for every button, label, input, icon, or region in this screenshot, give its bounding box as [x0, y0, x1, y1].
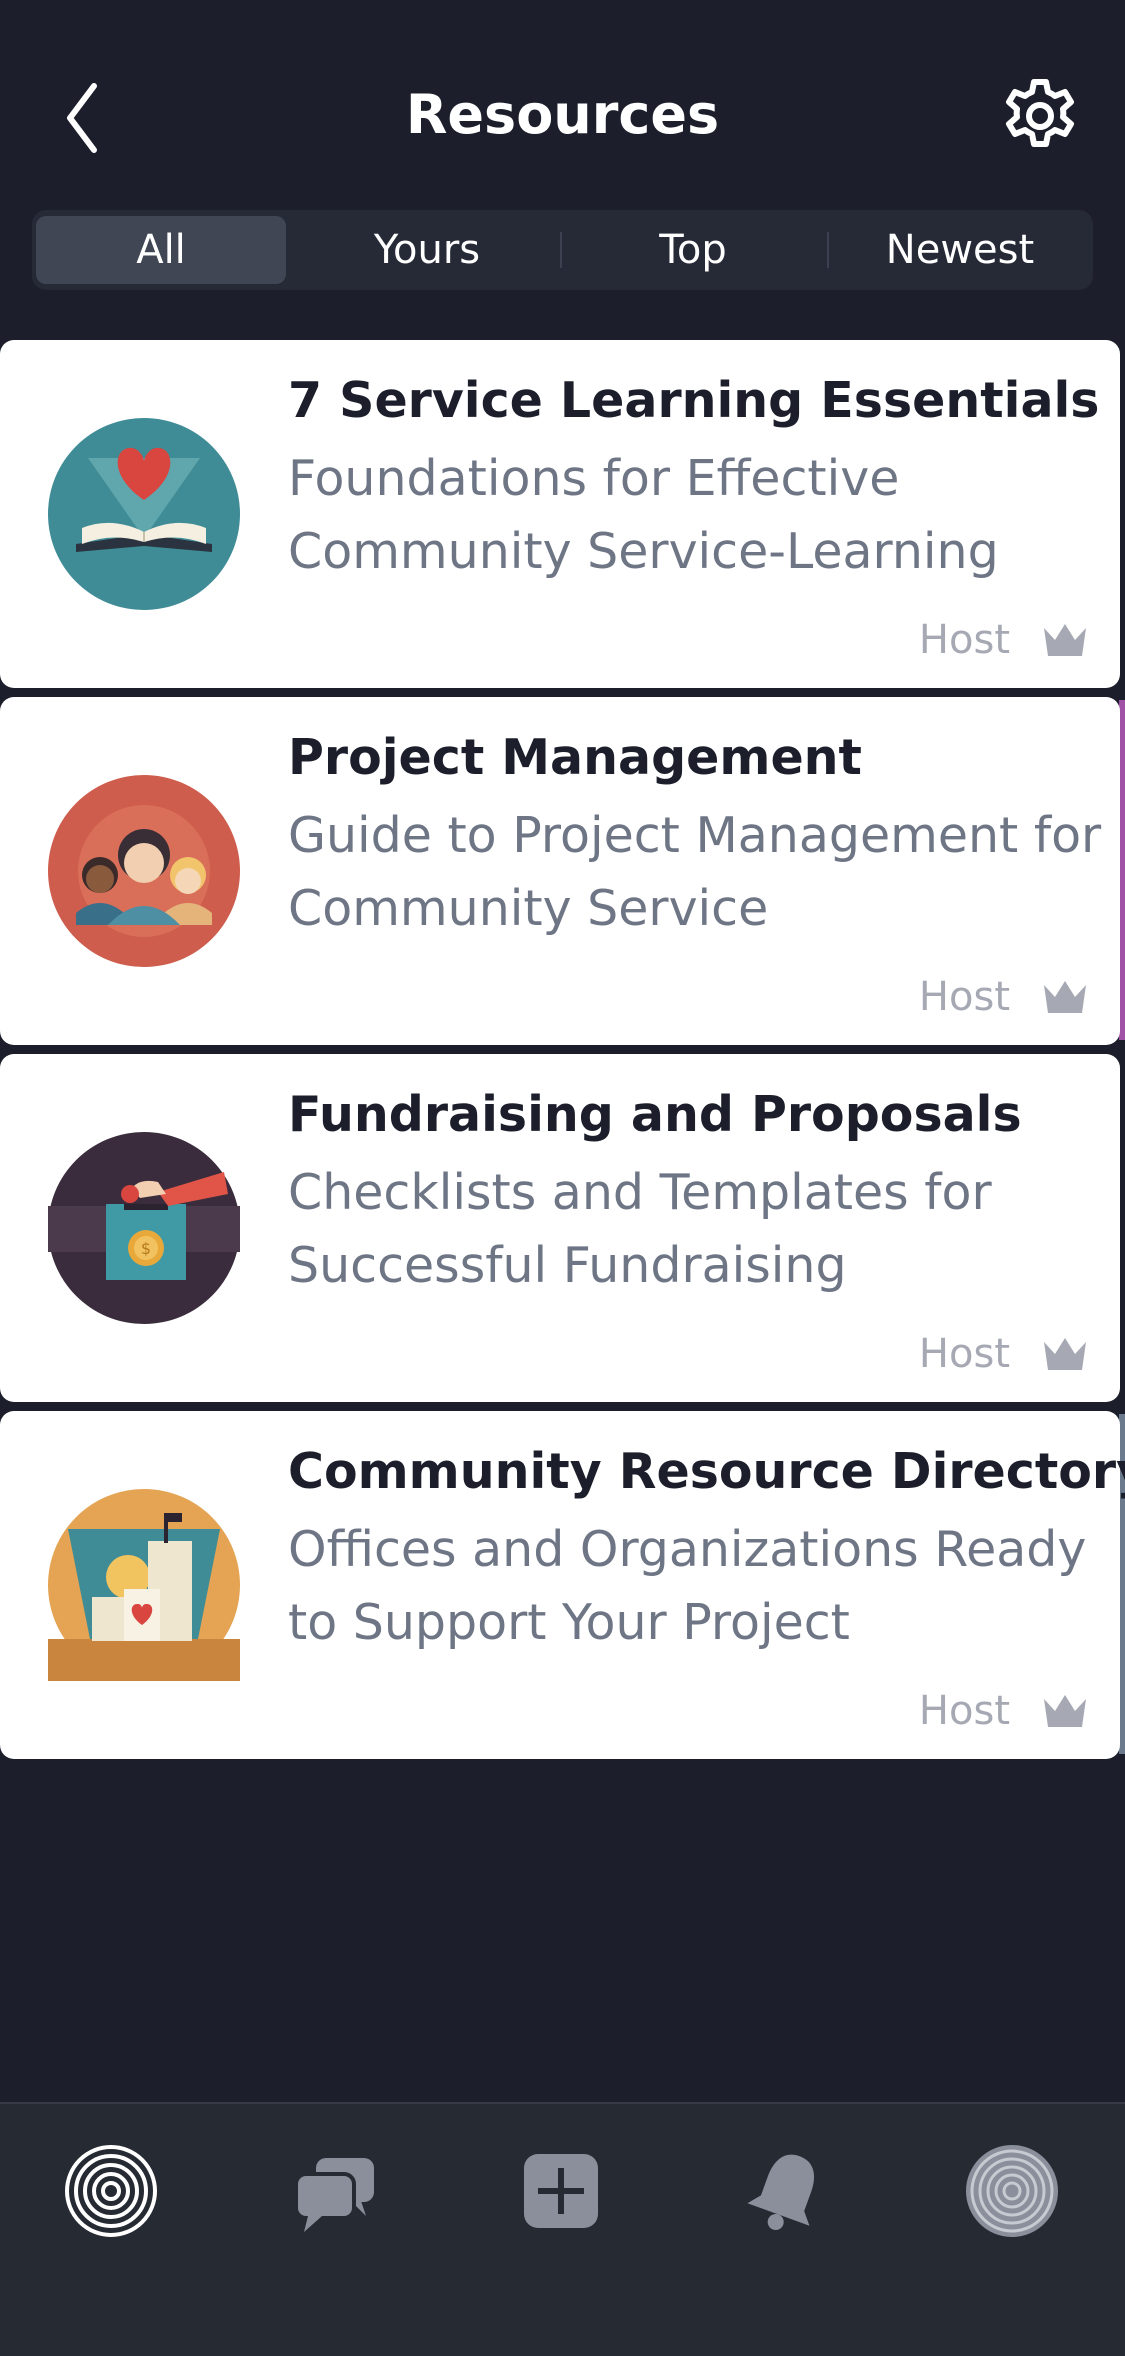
crown-icon	[1044, 1338, 1086, 1370]
filter-divider	[560, 232, 562, 268]
city-heart-icon	[48, 1489, 240, 1681]
tab-add[interactable]	[506, 2136, 616, 2246]
resource-title: Fundraising and Proposals	[288, 1086, 1022, 1143]
resource-title: Community Resource Directory	[288, 1443, 1125, 1500]
page-title: Resources	[405, 83, 720, 146]
filter-newest[interactable]: Newest	[835, 216, 1085, 284]
book-heart-icon	[48, 418, 240, 610]
add-plus-icon	[524, 2154, 598, 2228]
host-label: Host	[918, 974, 1010, 1020]
resource-subtitle: Foundations for Effective Community Serv…	[288, 450, 999, 580]
gear-icon	[1006, 79, 1074, 147]
donation-box-icon: $	[48, 1132, 240, 1324]
resource-subtitle: Checklists and Templates for Successful …	[288, 1164, 992, 1294]
host-label: Host	[918, 1331, 1010, 1377]
host-label: Host	[918, 617, 1010, 663]
resource-card[interactable]: $ Fundraising and Proposals Checklists a…	[0, 1054, 1120, 1402]
resource-title: 7 Service Learning Essentials	[288, 372, 1100, 429]
filter-top[interactable]: Top	[568, 216, 818, 284]
host-label: Host	[918, 1688, 1010, 1734]
resource-card[interactable]: Project Management Guide to Project Mana…	[0, 697, 1120, 1045]
tab-chat[interactable]	[280, 2136, 390, 2246]
tab-profile[interactable]	[957, 2136, 1067, 2246]
filter-yours[interactable]: Yours	[302, 216, 552, 284]
crown-icon	[1044, 981, 1086, 1013]
chat-bubbles-icon	[294, 2158, 374, 2232]
resource-subtitle: Offices and Organizations Ready to Suppo…	[288, 1521, 1087, 1651]
filter-all[interactable]: All	[36, 216, 286, 284]
bell-icon	[747, 2154, 815, 2231]
home-spiral-icon	[65, 2145, 157, 2237]
svg-text:$: $	[141, 1239, 151, 1258]
tab-notifications[interactable]	[732, 2136, 842, 2246]
header: Resources	[0, 0, 1125, 200]
profile-spiral-icon	[966, 2145, 1058, 2237]
crown-icon	[1044, 624, 1086, 656]
tab-home[interactable]	[56, 2136, 166, 2246]
filter-divider	[827, 232, 829, 268]
crown-icon	[1044, 1695, 1086, 1727]
settings-button[interactable]	[1000, 76, 1080, 156]
people-group-icon	[48, 775, 240, 967]
resource-card[interactable]: Community Resource Directory Offices and…	[0, 1411, 1125, 1759]
resource-title: Project Management	[288, 729, 862, 786]
resource-card[interactable]: 7 Service Learning Essentials Foundation…	[0, 340, 1120, 688]
filter-segmented-control: All Yours Top Newest	[32, 210, 1093, 290]
bottom-tab-bar	[0, 2102, 1125, 2356]
resource-subtitle: Guide to Project Management for Communit…	[288, 807, 1102, 937]
